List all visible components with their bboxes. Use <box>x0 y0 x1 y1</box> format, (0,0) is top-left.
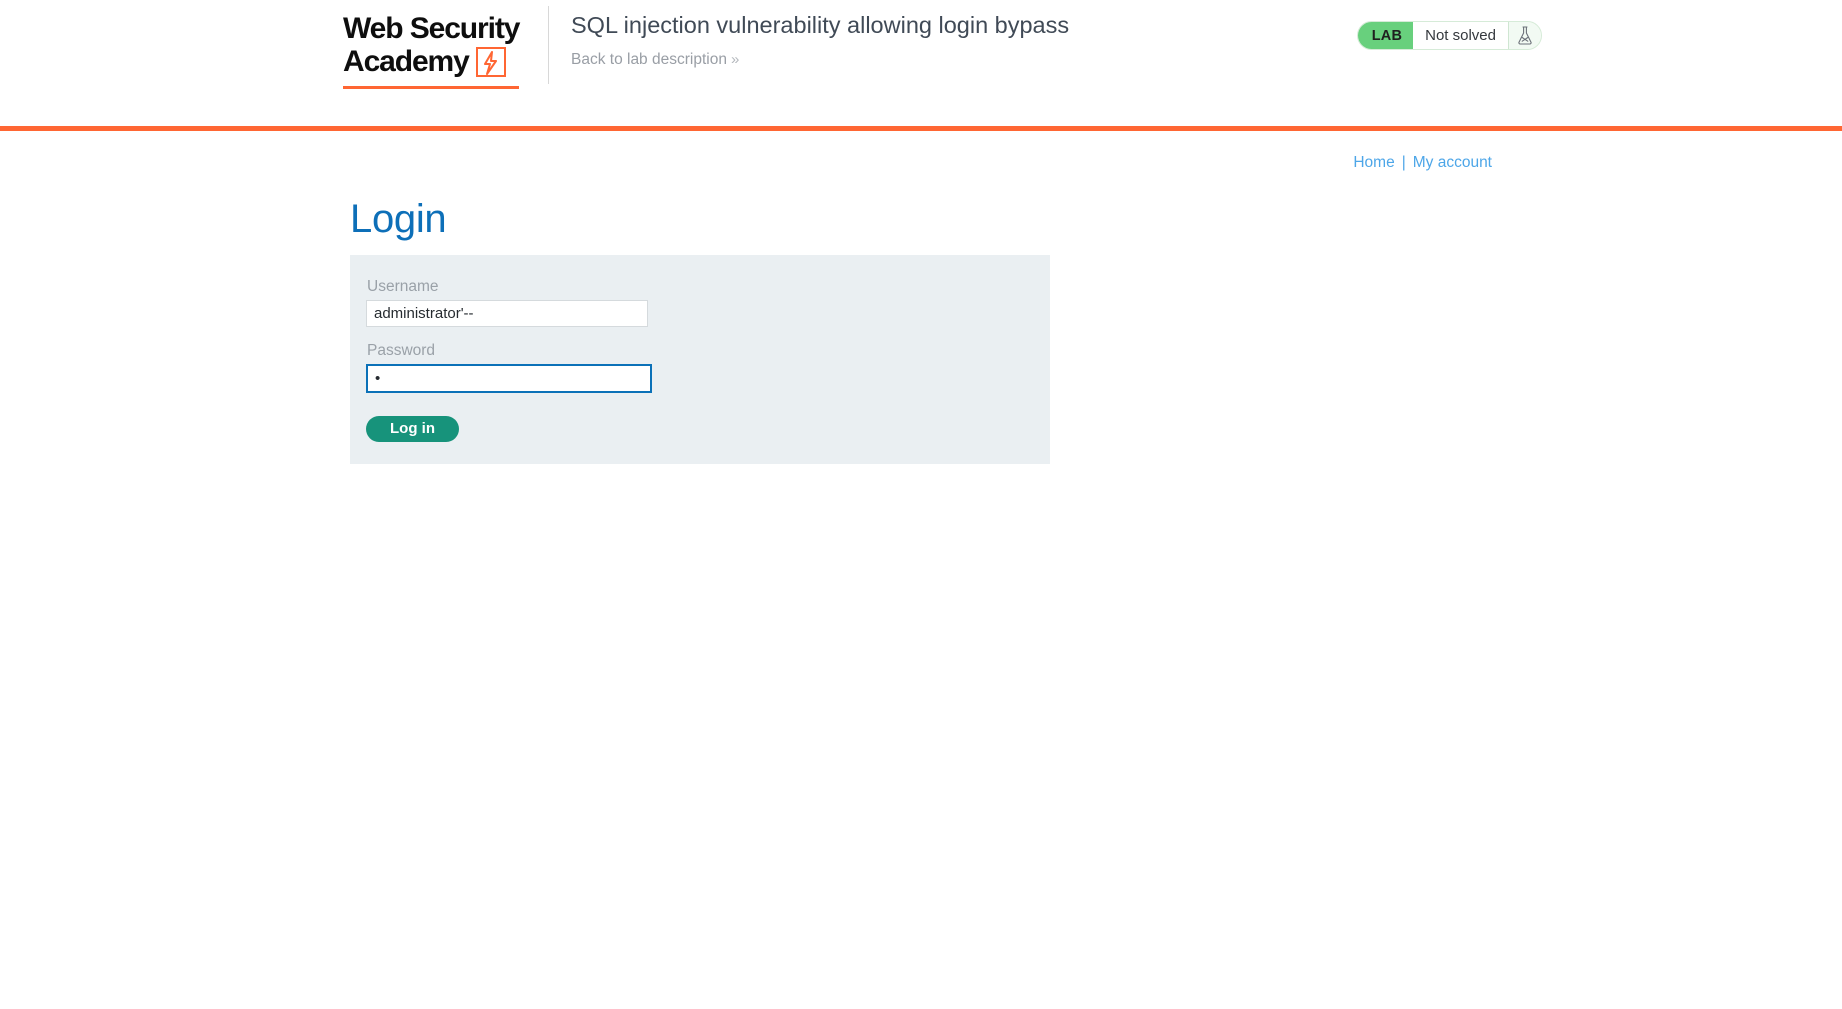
back-to-lab-description-link[interactable]: Back to lab description» <box>571 51 739 69</box>
log-in-button[interactable]: Log in <box>366 416 459 442</box>
logo-underline <box>343 86 519 89</box>
lab-status-widget[interactable]: LAB Not solved <box>1356 21 1542 50</box>
header-divider <box>548 6 549 84</box>
back-link-label: Back to lab description <box>571 51 727 68</box>
login-form-panel: Username Password Log in <box>350 255 1050 464</box>
lab-status-tag: LAB <box>1357 22 1414 49</box>
password-label: Password <box>367 342 436 359</box>
username-input[interactable] <box>366 300 648 327</box>
flask-not-solved-icon <box>1508 22 1541 49</box>
password-input[interactable] <box>366 364 652 393</box>
logo-line-2: Academy <box>343 45 470 78</box>
nav-separator: | <box>1401 154 1406 171</box>
brand-divider-rule <box>0 126 1842 131</box>
site-nav: Home | My account <box>1353 154 1492 172</box>
nav-link-my-account[interactable]: My account <box>1413 154 1492 171</box>
logo-line-1: Web Security <box>343 12 520 45</box>
academy-header: Web Security Academy SQL injection vulne… <box>0 0 1842 126</box>
web-security-academy-logo[interactable]: Web Security Academy <box>343 12 539 90</box>
lab-title: SQL injection vulnerability allowing log… <box>571 12 1070 38</box>
username-label: Username <box>367 278 439 295</box>
page-title: Login <box>350 197 447 241</box>
nav-link-home[interactable]: Home <box>1353 154 1394 171</box>
lightning-bolt-icon <box>475 46 506 77</box>
double-chevron-right-icon: » <box>730 51 740 68</box>
lab-status-state: Not solved <box>1413 22 1508 49</box>
